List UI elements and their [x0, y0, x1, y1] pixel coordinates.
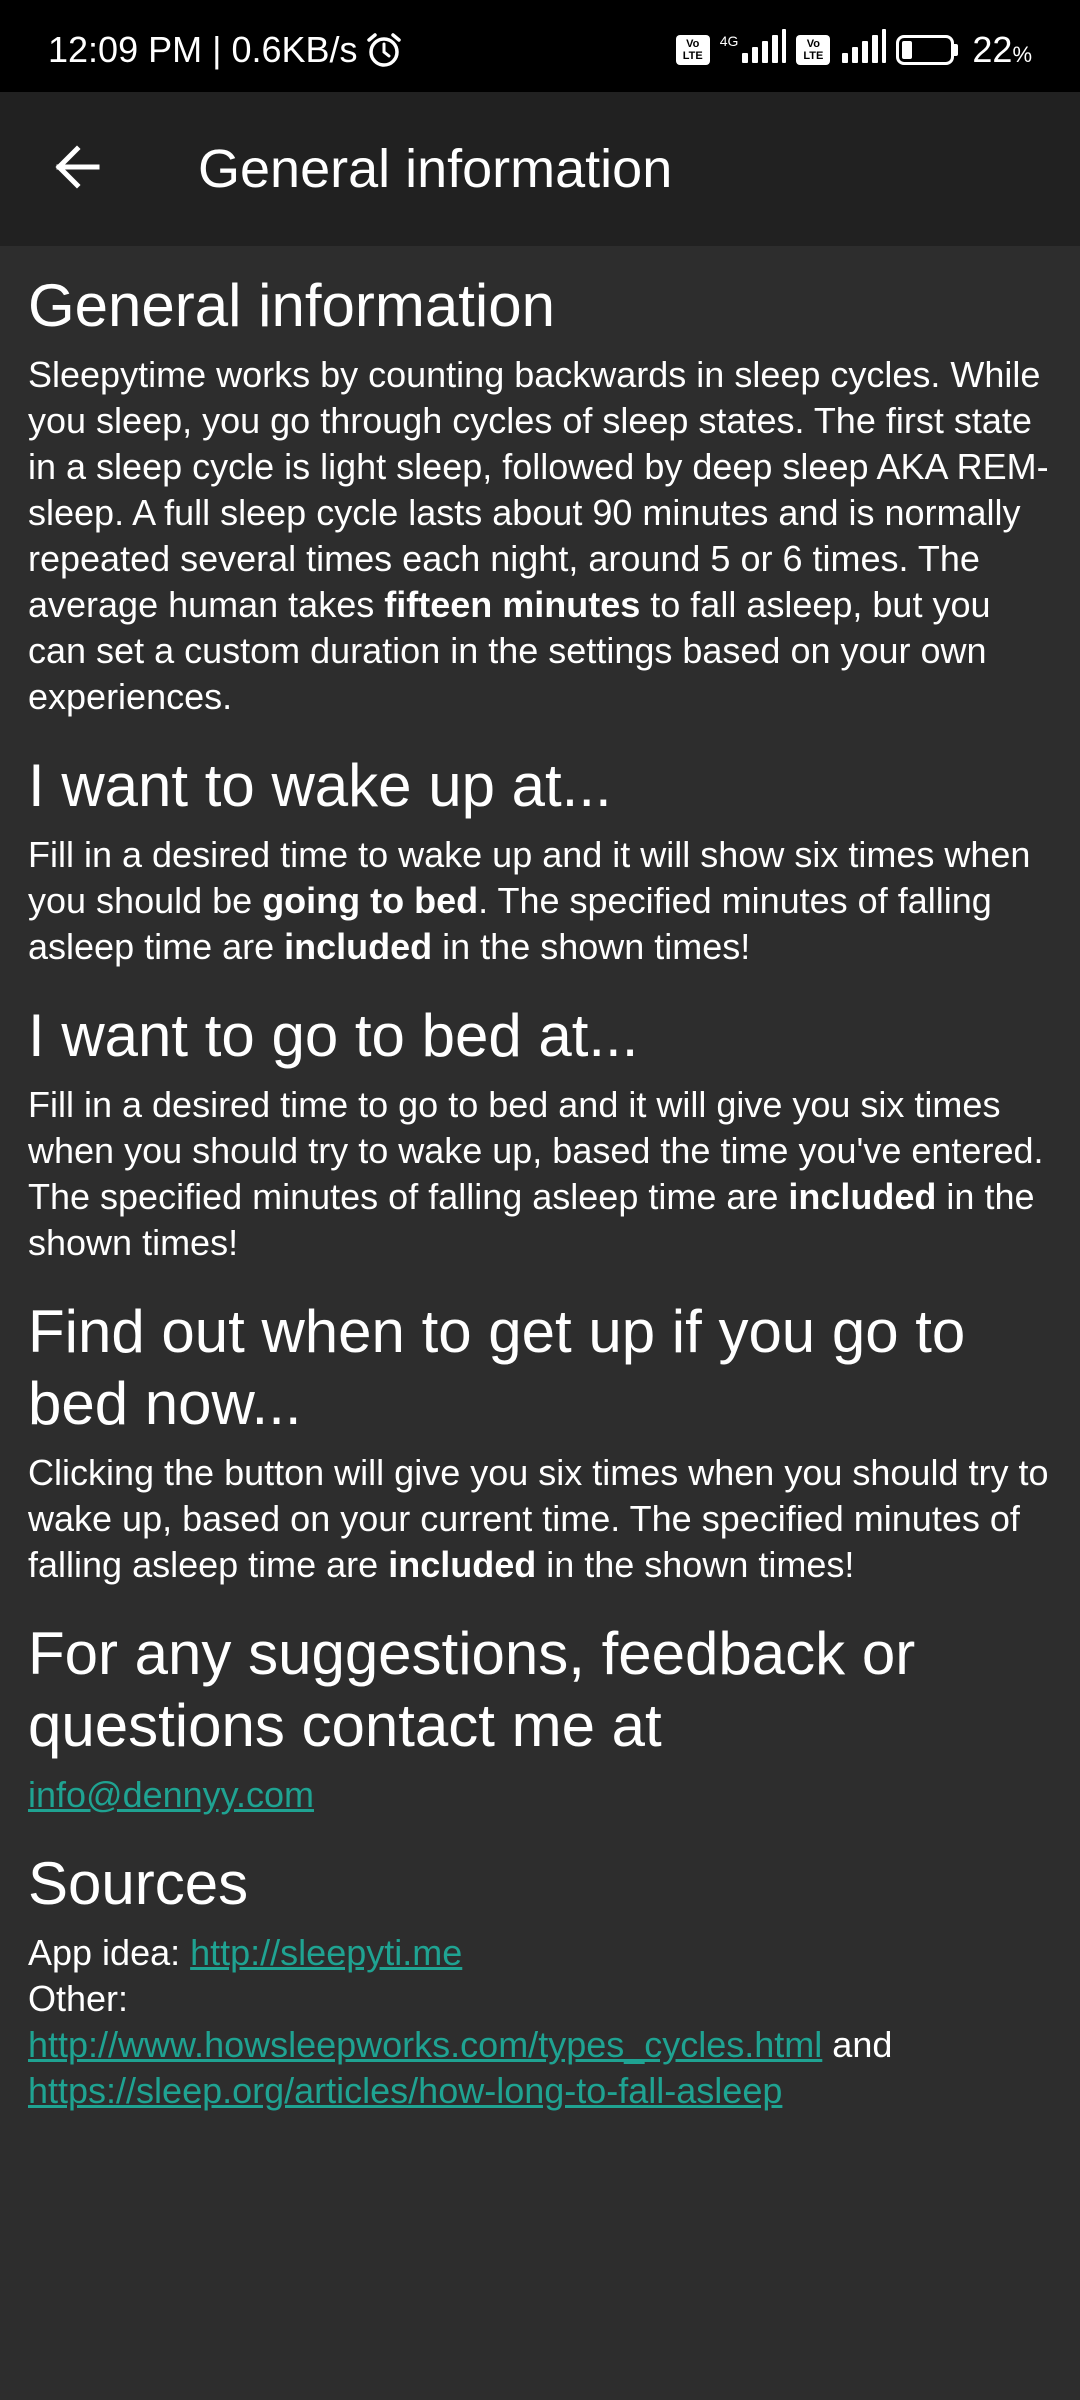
- status-left: 12:09 PM | 0.6KB/s: [48, 30, 404, 70]
- app-bar: General information: [0, 92, 1080, 246]
- section-wake-up: I want to wake up at... Fill in a desire…: [28, 750, 1058, 970]
- section-bed-now: Find out when to get up if you go to bed…: [28, 1296, 1058, 1588]
- section-body: Clicking the button will give you six ti…: [28, 1452, 1049, 1585]
- network-type: 4G: [719, 33, 739, 49]
- section-title: General information: [28, 272, 555, 339]
- section-body: App idea: http://sleepyti.me Other: http…: [28, 1930, 1058, 2114]
- network-speed: 0.6KB/s: [231, 29, 358, 70]
- section-sources: Sources App idea: http://sleepyti.me Oth…: [28, 1848, 1058, 2114]
- battery-percent: 22%: [972, 29, 1032, 70]
- battery-icon: [896, 35, 959, 65]
- volte-icon: Vo LTE: [796, 35, 831, 65]
- alarm-icon: [364, 30, 404, 70]
- app-idea-label: App idea:: [28, 1932, 191, 1973]
- section-body: Fill in a desired time to wake up and it…: [28, 834, 1031, 967]
- back-button[interactable]: [30, 127, 124, 211]
- section-body: Sleepytime works by counting backwards i…: [28, 354, 1049, 717]
- section-contact: For any suggestions, feedback or questio…: [28, 1618, 1058, 1818]
- arrow-left-icon: [53, 144, 101, 194]
- section-body: Fill in a desired time to go to bed and …: [28, 1084, 1044, 1263]
- section-general: General information Sleepytime works by …: [28, 270, 1058, 720]
- status-bar: 12:09 PM | 0.6KB/s Vo LTE 4G Vo LTE 22%: [0, 0, 1080, 92]
- howsleepworks-link[interactable]: http://www.howsleepworks.com/types_cycle…: [28, 2024, 822, 2065]
- other-label: Other:: [28, 1978, 129, 2019]
- section-title: Sources: [28, 1850, 249, 1917]
- status-time: 12:09 PM: [48, 29, 203, 70]
- section-title: I want to wake up at...: [28, 752, 612, 819]
- content: General information Sleepytime works by …: [28, 270, 1058, 2144]
- app-bar-title: General information: [198, 139, 673, 199]
- section-title: Find out when to get up if you go to bed…: [28, 1298, 966, 1437]
- sleep-org-link[interactable]: https://sleep.org/articles/how-long-to-f…: [28, 2070, 782, 2111]
- section-go-to-bed: I want to go to bed at... Fill in a desi…: [28, 1000, 1058, 1266]
- email-link[interactable]: info@dennyy.com: [28, 1774, 314, 1815]
- status-right: Vo LTE 4G Vo LTE 22%: [675, 28, 1032, 72]
- status-separator: |: [212, 29, 222, 70]
- section-body: info@dennyy.com: [28, 1772, 1058, 1818]
- section-title: For any suggestions, feedback or questio…: [28, 1620, 916, 1759]
- signal-icon: [740, 28, 787, 72]
- signal-icon: [840, 28, 887, 72]
- section-title: I want to go to bed at...: [28, 1002, 639, 1069]
- volte-icon: Vo LTE: [675, 35, 710, 65]
- and-text: and: [822, 2024, 893, 2065]
- app-idea-link[interactable]: http://sleepyti.me: [190, 1932, 462, 1973]
